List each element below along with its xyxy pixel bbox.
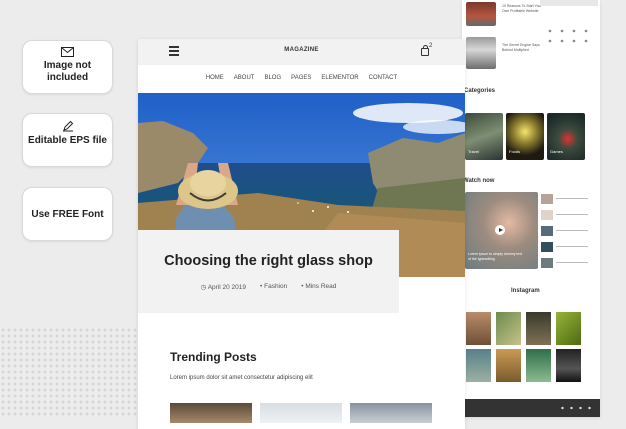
- badge-label: Use FREE Font: [31, 209, 104, 220]
- post-read-text: Mins Read: [305, 283, 337, 290]
- shopping-bag-icon[interactable]: [421, 45, 429, 56]
- clock-icon: ◷: [200, 284, 208, 291]
- footer-social-icons[interactable]: [558, 406, 594, 410]
- cart-count: 2: [429, 43, 433, 49]
- pencil-icon: [62, 120, 73, 132]
- post-date-text: April 20 2019: [207, 284, 247, 291]
- social-icons[interactable]: [544, 26, 594, 46]
- badge-free-font: Use FREE Font: [22, 187, 113, 241]
- post-thumbnail: [466, 2, 496, 26]
- envelope-icon: [61, 47, 74, 57]
- trending-post-thumb[interactable]: [260, 403, 342, 423]
- video-list-thumb[interactable]: [541, 242, 553, 252]
- category-games[interactable]: Games: [547, 113, 585, 160]
- video-caption: Lorem ipsum to simply dummy text of the …: [468, 252, 523, 261]
- post-title[interactable]: Choosing the right glass shop: [138, 253, 399, 269]
- magazine-page: MAGAZINE 2 HOME ABOUT BLOG PAGES ELEMENT…: [138, 39, 465, 429]
- watch-now-heading: Watch now: [463, 178, 495, 184]
- trending-post-thumb[interactable]: [350, 403, 432, 423]
- instagram-photo[interactable]: [496, 349, 521, 382]
- instagram-heading: Instagram: [511, 288, 540, 294]
- decorative-dots: [0, 327, 140, 417]
- categories-heading: Categories: [464, 88, 496, 94]
- category-label: Foods: [509, 149, 521, 154]
- video-list-thumb[interactable]: [541, 210, 553, 220]
- post-category[interactable]: • Fashion: [260, 283, 287, 291]
- nav-home[interactable]: HOME: [206, 75, 224, 93]
- logo: MAGAZINE: [284, 47, 319, 53]
- search-field[interactable]: [540, 0, 598, 6]
- top-bar: MAGAZINE 2: [138, 39, 465, 65]
- post-excerpt: 10 Reasons To Start Your Own Profitable …: [502, 4, 542, 13]
- trending-heading: Trending Posts: [170, 350, 257, 364]
- instagram-photo[interactable]: [466, 312, 491, 345]
- badge-editable-eps: Editable EPS file: [22, 113, 113, 167]
- badge-image-not-included: Image not included: [22, 40, 113, 94]
- instagram-photo[interactable]: [526, 312, 551, 345]
- featured-video[interactable]: Lorem ipsum to simply dummy text of the …: [465, 192, 538, 269]
- video-list-thumb[interactable]: [541, 226, 553, 236]
- post-date: ◷ April 20 2019: [201, 283, 246, 291]
- trending-post-thumb[interactable]: [170, 403, 252, 423]
- play-icon[interactable]: [495, 225, 505, 235]
- video-list-thumb[interactable]: [541, 258, 553, 268]
- post-category-text: Fashion: [264, 283, 288, 290]
- trending-description: Lorem ipsum dolor sit amet consectetur a…: [170, 375, 313, 381]
- nav-pages[interactable]: PAGES: [291, 75, 311, 93]
- nav-blog[interactable]: BLOG: [264, 75, 281, 93]
- badge-label: Image not included: [43, 60, 92, 83]
- category-label: Travel: [468, 149, 479, 154]
- category-label: Games: [550, 149, 563, 154]
- nav-contact[interactable]: CONTACT: [369, 75, 398, 93]
- category-foods[interactable]: Foods: [506, 113, 544, 160]
- instagram-photo[interactable]: [556, 312, 581, 345]
- main-nav: HOME ABOUT BLOG PAGES ELEMENTOR CONTACT: [138, 65, 465, 93]
- nav-elementor[interactable]: ELEMENTOR: [321, 75, 358, 93]
- nav-about[interactable]: ABOUT: [234, 75, 255, 93]
- badge-label: Editable EPS file: [28, 135, 107, 146]
- instagram-photo[interactable]: [496, 312, 521, 345]
- category-travel[interactable]: Travel: [465, 113, 503, 160]
- post-read-time: • Mins Read: [301, 283, 337, 290]
- instagram-photo[interactable]: [526, 349, 551, 382]
- post-excerpt: The Secret Engine Says Behind Multiplied: [502, 43, 540, 52]
- video-list-text: [556, 195, 588, 267]
- video-list-thumb[interactable]: [541, 194, 553, 204]
- post-meta: ◷ April 20 2019 • Fashion • Mins Read: [138, 283, 399, 291]
- instagram-photo[interactable]: [556, 349, 581, 382]
- post-thumbnail: [466, 37, 496, 69]
- instagram-photo[interactable]: [466, 349, 491, 382]
- post-title-box: Choosing the right glass shop ◷ April 20…: [138, 230, 399, 313]
- footer-bar: [462, 399, 600, 417]
